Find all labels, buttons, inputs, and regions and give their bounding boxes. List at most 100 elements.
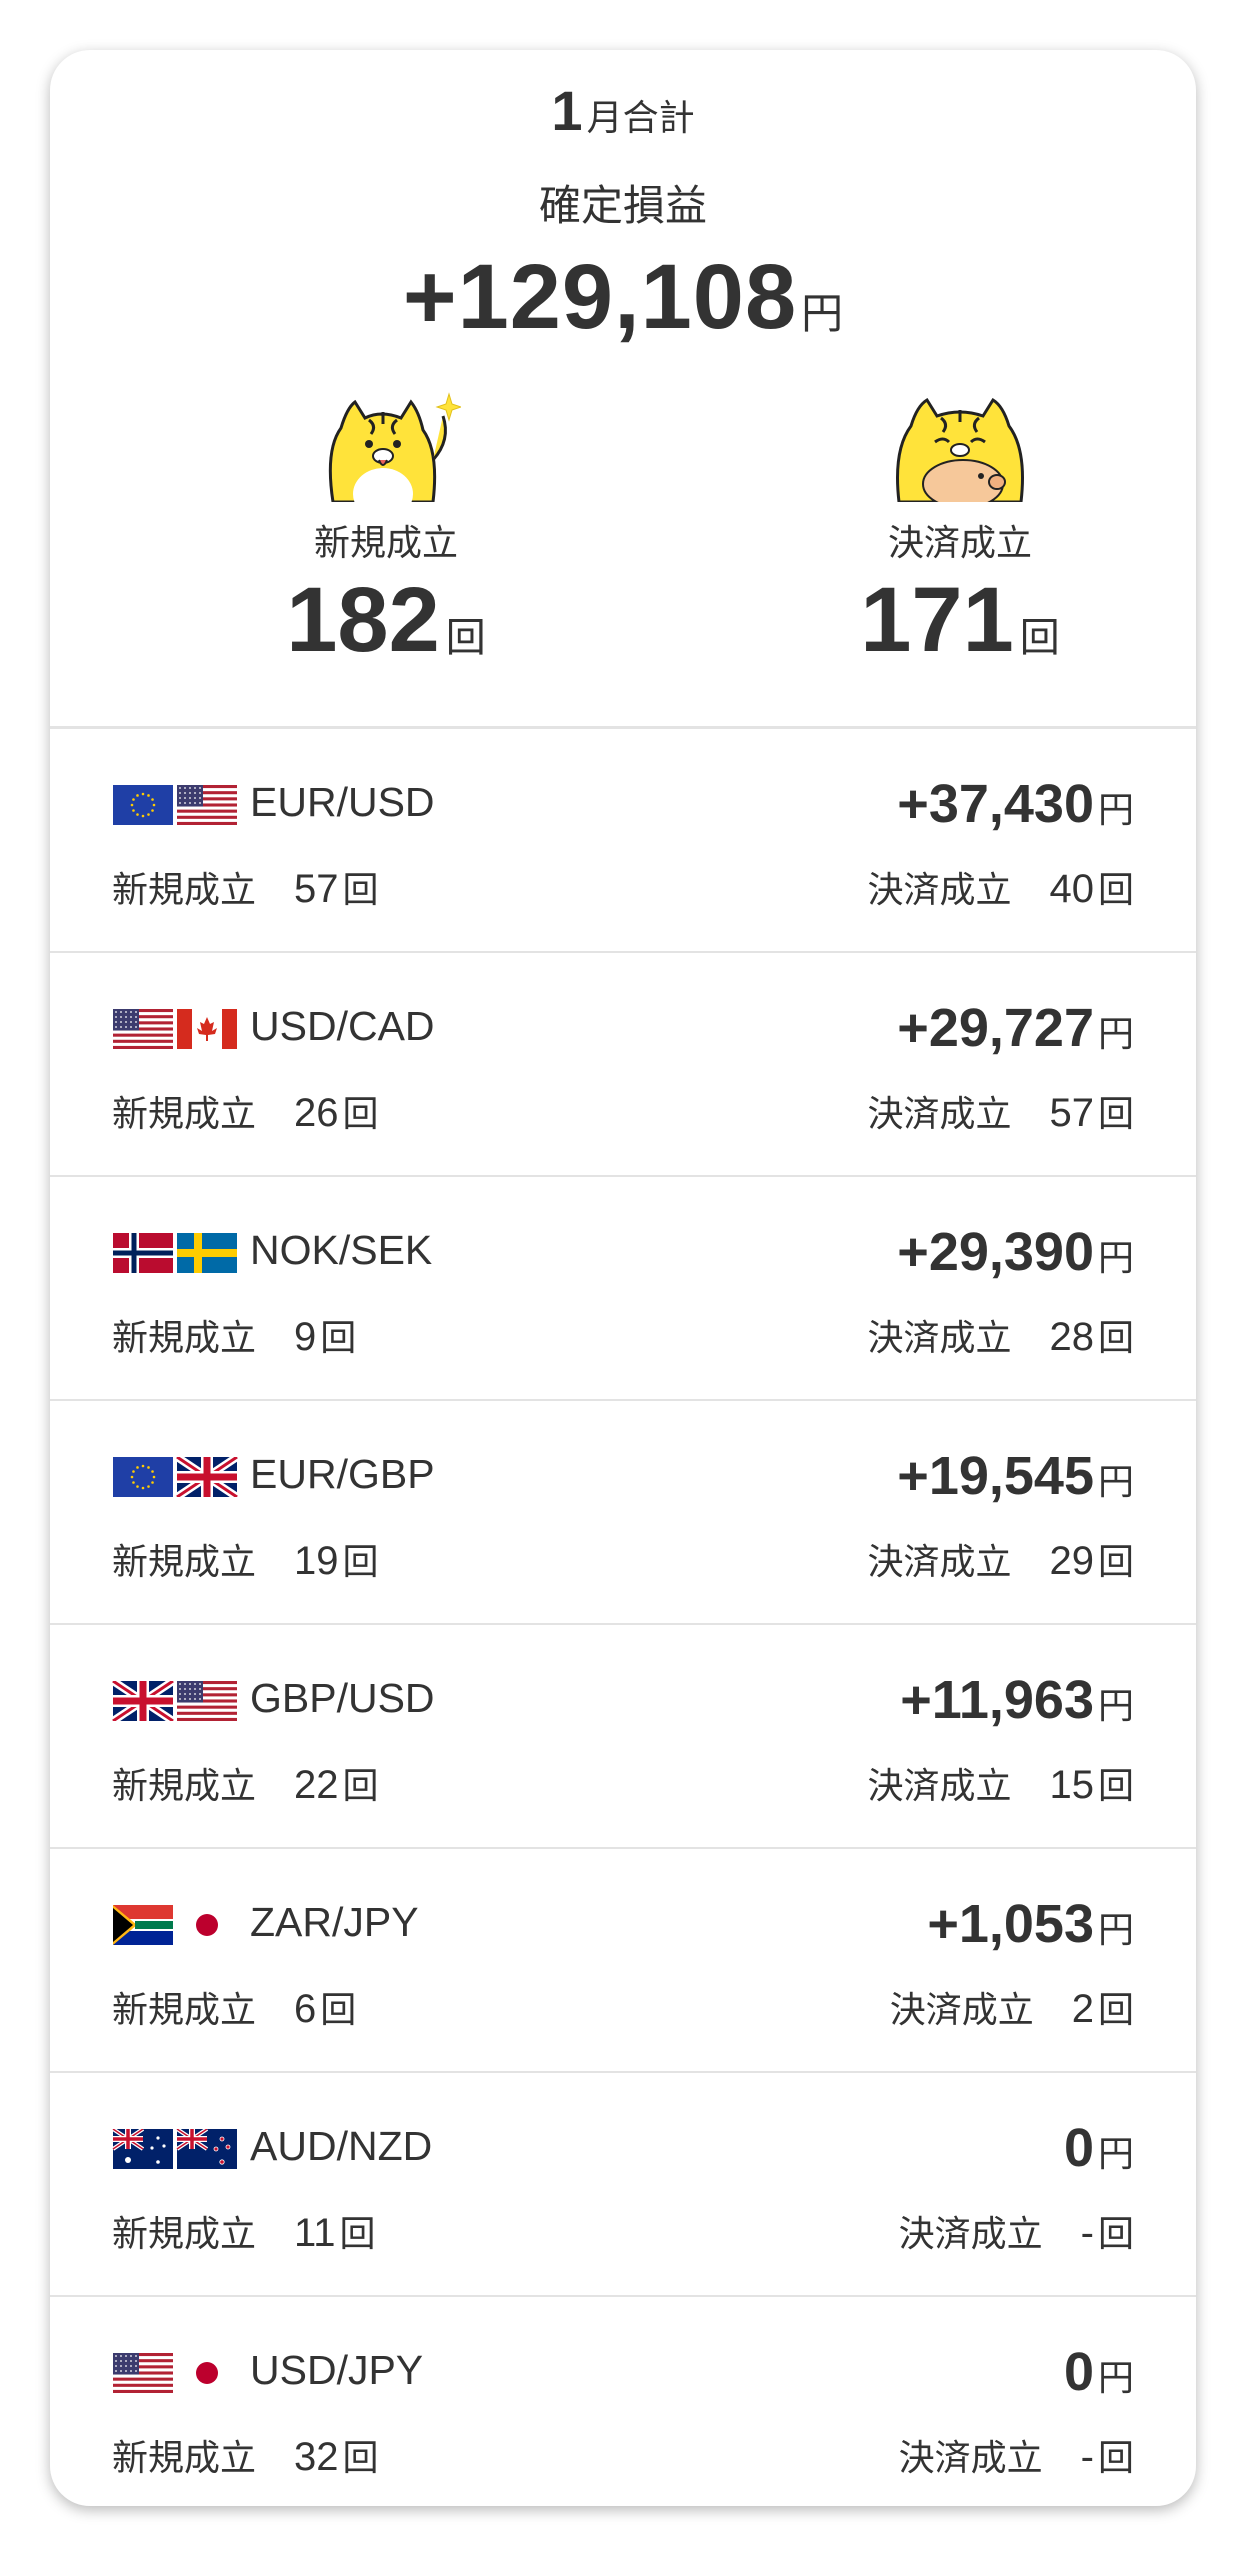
pair-settle-label: 決済成立 [867, 1317, 1012, 1358]
pair-settle-count: 15 [1049, 1763, 1094, 1807]
pair-flags [112, 1009, 240, 1049]
currency-pair-row[interactable]: ZAR/JPY +1,053 円 新規成立 6 回 決済成立 2 回 [50, 1849, 1196, 2073]
pair-settled-orders: 決済成立 15 回 [867, 1757, 1134, 1809]
month-total-header: 1 月合計 [50, 78, 1196, 143]
pair-settled-orders: 決済成立 57 回 [867, 1085, 1134, 1137]
pair-flags [112, 2129, 240, 2169]
pair-new-orders: 新規成立 11 回 [112, 2205, 376, 2257]
pair-settled-orders: 決済成立 - 回 [899, 2429, 1134, 2481]
currency-pair-row[interactable]: GBP/USD +11,963 円 新規成立 22 回 決済成立 15 回 [50, 1625, 1196, 1849]
pair-new-count: 57 [294, 867, 339, 911]
pair-new-unit: 回 [342, 1541, 379, 1582]
new-orders-stat: 新規成立 182 回 [186, 390, 586, 673]
no-flag-icon [113, 1233, 173, 1273]
currency-pair-row[interactable]: USD/JPY 0円 新規成立 32 回 決済成立 - 回 [50, 2297, 1196, 2506]
realized-pl-value: +129,108円 [50, 245, 1196, 350]
pair-settle-label: 決済成立 [867, 1765, 1012, 1806]
pair-pl-yen: 円 [1097, 1237, 1134, 1278]
pair-pl-yen: 円 [1097, 1685, 1134, 1726]
pair-pl-amount: +19,545 [897, 1446, 1094, 1506]
pair-new-count: 22 [294, 1763, 339, 1807]
jp-flag-icon [177, 1905, 237, 1945]
pair-new-unit: 回 [320, 1317, 357, 1358]
currency-pair-row[interactable]: EUR/GBP +19,545 円 新規成立 19 回 決済成立 29 回 [50, 1401, 1196, 1625]
gb-flag-icon [176, 1457, 238, 1497]
pair-settle-count: 40 [1049, 867, 1094, 911]
pair-settled-orders: 決済成立 29 回 [867, 1533, 1134, 1585]
yen-unit: 円 [801, 290, 844, 337]
jp-flag-icon [177, 2353, 237, 2393]
pair-settle-unit: 回 [1097, 2213, 1134, 2254]
pair-settle-label: 決済成立 [898, 2437, 1043, 2478]
pair-new-count: 19 [294, 1539, 339, 1583]
pair-pl-amount: +29,727 [897, 998, 1094, 1058]
pair-settled-orders: 決済成立 40 回 [867, 861, 1134, 913]
settled-orders-number: 171 [860, 569, 1014, 671]
pair-new-orders: 新規成立 26 回 [112, 1085, 379, 1137]
pair-new-unit: 回 [320, 1989, 357, 2030]
pair-settle-count: 29 [1049, 1539, 1094, 1583]
pair-new-orders: 新規成立 19 回 [112, 1533, 379, 1585]
pair-pl: +29,390 円 [897, 1221, 1134, 1283]
pair-settle-unit: 回 [1097, 1317, 1134, 1358]
currency-pair-list: EUR/USD +37,430 円 新規成立 57 回 決済成立 40 回 USD/CAD… [50, 729, 1196, 2506]
pair-pl: +11,963 円 [900, 1669, 1134, 1731]
currency-pair-row[interactable]: EUR/USD +37,430 円 新規成立 57 回 決済成立 40 回 [50, 729, 1196, 953]
au-flag-icon [112, 2129, 173, 2169]
tiger-mascot-piggybank-icon [896, 397, 1024, 502]
pair-new-label: 新規成立 [112, 1317, 257, 1358]
pair-name: ZAR/JPY [250, 1899, 419, 1945]
pair-settle-count: 57 [1049, 1091, 1094, 1135]
pair-settle-unit: 回 [1097, 1765, 1134, 1806]
pair-settle-label: 決済成立 [898, 2213, 1043, 2254]
currency-pair-row[interactable]: AUD/NZD 0円 新規成立 11 回 決済成立 - 回 [50, 2073, 1196, 2297]
pair-new-orders: 新規成立 22 回 [112, 1757, 379, 1809]
pair-pl-yen: 円 [1097, 1909, 1134, 1950]
pair-pl-yen: 円 [1097, 1013, 1134, 1054]
pair-new-count: 11 [294, 2211, 336, 2255]
pair-name: EUR/GBP [250, 1451, 435, 1497]
ca-flag-icon [177, 1009, 237, 1049]
monthly-summary-card: 1 月合計 確定損益 +129,108円 新規成立 182 回 決済成立 171… [50, 50, 1196, 2506]
pair-name: NOK/SEK [250, 1227, 433, 1273]
se-flag-icon [177, 1233, 237, 1273]
pair-pl-amount: +11,963 [900, 1670, 1094, 1730]
pair-new-label: 新規成立 [112, 1541, 257, 1582]
pair-settle-unit: 回 [1097, 2437, 1134, 2478]
pair-settle-unit: 回 [1097, 1093, 1134, 1134]
pair-settled-orders: 決済成立 - 回 [899, 2205, 1134, 2257]
new-orders-number: 182 [286, 569, 440, 671]
pair-flags [112, 1457, 240, 1497]
pair-settled-orders: 決済成立 28 回 [867, 1309, 1134, 1361]
currency-pair-row[interactable]: USD/CAD +29,727 円 新規成立 26 回 決済成立 57 回 [50, 953, 1196, 1177]
pair-pl-yen: 円 [1097, 789, 1134, 830]
month-number: 1 [551, 79, 583, 142]
pair-new-count: 26 [294, 1091, 339, 1135]
pair-name: AUD/NZD [250, 2123, 433, 2169]
pair-pl: +1,053 円 [927, 1893, 1134, 1955]
pair-pl: 0円 [1064, 2117, 1134, 2179]
pair-settled-orders: 決済成立 2 回 [890, 1981, 1134, 2033]
settled-orders-unit: 回 [1019, 616, 1060, 660]
settled-orders-stat: 決済成立 171 回 [760, 390, 1160, 673]
pair-settle-label: 決済成立 [889, 1989, 1034, 2030]
eu-flag-icon [113, 785, 173, 825]
settled-orders-label: 決済成立 [887, 522, 1032, 563]
pair-name: USD/JPY [250, 2347, 424, 2393]
pair-settle-unit: 回 [1097, 1989, 1134, 2030]
currency-pair-row[interactable]: NOK/SEK +29,390 円 新規成立 9 回 決済成立 28 回 [50, 1177, 1196, 1401]
pair-settle-count: 2 [1071, 1987, 1094, 2031]
pair-pl: +19,545 円 [897, 1445, 1134, 1507]
pair-pl-yen: 円 [1097, 2133, 1134, 2174]
pair-new-label: 新規成立 [112, 2437, 257, 2478]
tiger-mascot-cheer-icon [328, 392, 461, 502]
pair-settle-label: 決済成立 [867, 1093, 1012, 1134]
new-orders-unit: 回 [445, 616, 486, 660]
pair-new-count: 32 [294, 2435, 339, 2479]
pair-name: GBP/USD [250, 1675, 435, 1721]
za-flag-icon [113, 1905, 173, 1945]
new-orders-label: 新規成立 [313, 522, 458, 563]
us-flag-icon [113, 2353, 173, 2393]
pair-name: USD/CAD [250, 1003, 435, 1049]
pair-new-orders: 新規成立 32 回 [112, 2429, 379, 2481]
